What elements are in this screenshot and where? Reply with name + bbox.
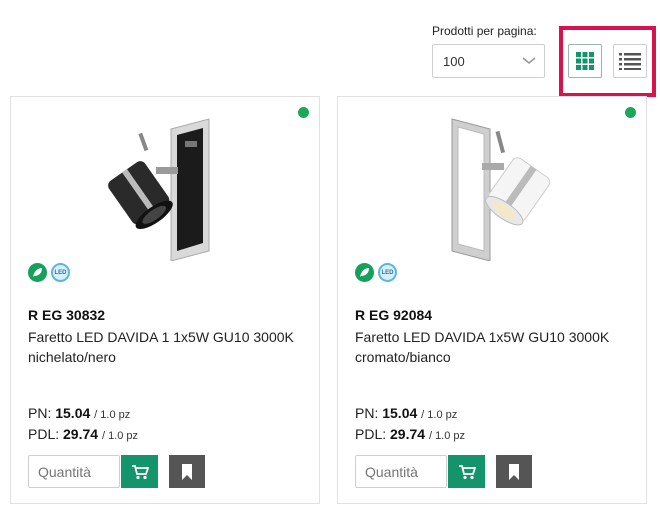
product-description[interactable]: Faretto LED DAVIDA 1 1x5W GU10 3000K nic… [28,327,313,367]
product-card[interactable]: LED R EG 92084 Faretto LED DAVIDA 1x5W G… [337,96,647,504]
list-view-icon [619,53,641,70]
product-code[interactable]: R EG 30832 [28,307,105,323]
price-pn: PN: 15.04 / 1.0 pz [28,405,130,421]
quantity-input[interactable] [355,455,447,488]
price-pdl-unit: / 1.0 pz [101,430,139,442]
product-image[interactable] [428,111,558,261]
price-pdl-label: PDL: [28,426,60,442]
per-page-label: Prodotti per pagina: [432,24,537,38]
availability-status-dot [298,107,309,118]
product-card[interactable]: LED R EG 30832 Faretto LED DAVIDA 1 1x5W… [10,96,320,504]
price-pdl-label: PDL: [355,426,387,442]
add-to-cart-button[interactable] [121,455,158,488]
product-code[interactable]: R EG 92084 [355,307,432,323]
product-image[interactable] [101,111,231,261]
cart-icon [131,464,149,479]
bookmark-icon [182,463,192,480]
price-pdl: PDL: 29.74 / 1.0 pz [355,426,465,442]
grid-view-icon [576,52,594,70]
price-pdl-value: 29.74 [390,426,426,442]
add-to-cart-button[interactable] [448,455,485,488]
cart-icon [458,464,476,479]
led-badge-icon: LED [378,263,397,282]
badge-row: LED [355,263,397,282]
chevron-down-icon [522,57,536,64]
quantity-input[interactable] [28,455,120,488]
bookmark-icon [509,463,519,480]
price-pn-label: PN: [28,405,52,421]
eco-leaf-icon [355,263,374,282]
price-pn: PN: 15.04 / 1.0 pz [355,405,457,421]
price-pn-unit: / 1.0 pz [94,409,131,421]
led-badge-icon: LED [51,263,70,282]
per-page-value: 100 [443,54,465,69]
list-view-button[interactable] [613,44,647,78]
price-pn-value: 15.04 [55,405,91,421]
grid-view-button[interactable] [568,44,602,78]
price-pdl-value: 29.74 [63,426,99,442]
badge-row: LED [28,263,70,282]
bookmark-button[interactable] [169,455,205,488]
price-pn-unit: / 1.0 pz [421,409,458,421]
price-pn-label: PN: [355,405,379,421]
per-page-select[interactable]: 100 [432,44,545,78]
toolbar: Prodotti per pagina: 100 [0,0,660,97]
price-pn-value: 15.04 [382,405,418,421]
bookmark-button[interactable] [496,455,532,488]
price-pdl-unit: / 1.0 pz [428,430,466,442]
price-pdl: PDL: 29.74 / 1.0 pz [28,426,138,442]
availability-status-dot [625,107,636,118]
product-description[interactable]: Faretto LED DAVIDA 1x5W GU10 3000K croma… [355,327,640,367]
eco-leaf-icon [28,263,47,282]
